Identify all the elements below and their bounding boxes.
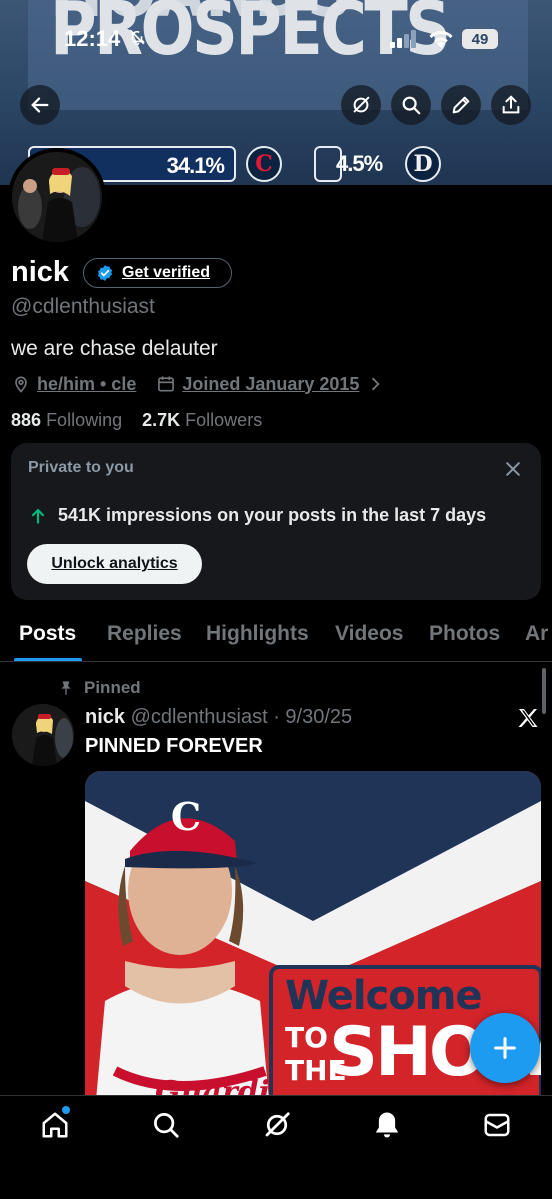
back-button[interactable] [20, 85, 60, 125]
private-card-title: Private to you [28, 459, 134, 476]
battery-icon: 49 [462, 29, 498, 49]
post-author-name[interactable]: nick [85, 706, 125, 728]
pinned-indicator: Pinned [58, 678, 141, 698]
active-tab-indicator [14, 658, 82, 661]
tab-posts[interactable]: Posts [19, 622, 76, 646]
post-text: PINNED FOREVER [85, 735, 263, 757]
nav-notifications[interactable] [372, 1110, 402, 1140]
home-icon [42, 1112, 68, 1138]
post-author-avatar[interactable] [12, 704, 74, 766]
follow-counts: 886 Following 2.7K Followers [11, 410, 262, 431]
scrollbar[interactable] [542, 668, 546, 714]
unlock-analytics-button[interactable]: Unlock analytics [27, 544, 202, 584]
impressions-text: 541K impressions on your posts in the la… [58, 505, 487, 525]
profile-avatar[interactable] [8, 148, 106, 246]
post-header: nick @cdlenthusiast · 9/30/25 [85, 706, 352, 729]
x-logo-icon [518, 709, 538, 727]
image-to-text: TO [285, 1021, 328, 1054]
close-icon[interactable] [503, 459, 523, 479]
profile-name: nick [11, 256, 70, 288]
post-meta: @cdlenthusiast · 9/30/25 [130, 706, 353, 728]
tab-photos[interactable]: Photos [429, 622, 500, 646]
status-time: 12:14 [64, 26, 121, 51]
profile-handle: @cdlenthusiast [11, 295, 155, 318]
nav-explore[interactable] [151, 1110, 181, 1140]
bell-icon [375, 1112, 399, 1138]
grok-icon [265, 1112, 290, 1137]
impressions-line: 541K impressions on your posts in the la… [28, 505, 486, 526]
nav-grok[interactable] [262, 1110, 292, 1140]
plus-icon [494, 1037, 516, 1059]
nav-messages[interactable] [482, 1110, 512, 1140]
calendar-icon [158, 376, 175, 392]
following-link[interactable]: 886 Following [11, 410, 122, 430]
wifi-icon [429, 31, 453, 48]
tab-articles[interactable]: Ar [525, 622, 548, 646]
tab-replies[interactable]: Replies [107, 622, 182, 646]
edit-button[interactable] [441, 85, 481, 125]
arrow-up-icon [31, 508, 45, 524]
bottom-navigation [0, 1095, 552, 1199]
private-analytics-card: Private to you 541K impressions on your … [11, 443, 541, 600]
guardians-logo-letter: C [255, 151, 273, 177]
pin-icon [61, 681, 71, 695]
signal-icon [390, 30, 416, 48]
profile-bio: we are chase delauter [11, 337, 218, 360]
tigers-logo-icon: D [405, 146, 441, 182]
bell-off-icon [128, 28, 146, 51]
location-pin-icon [15, 376, 27, 393]
followers-count: 2.7K [142, 410, 181, 430]
tab-videos[interactable]: Videos [335, 622, 403, 646]
share-icon [502, 95, 520, 114]
home-notification-dot [62, 1106, 70, 1114]
mail-icon [484, 1113, 510, 1137]
followers-label: Followers [185, 410, 263, 430]
following-label: Following [46, 410, 123, 430]
profile-joined[interactable]: Joined January 2015 [182, 374, 359, 395]
tigers-logo-letter: D [413, 151, 433, 177]
banner-stat-right-value: 4.5% [336, 151, 383, 176]
share-button[interactable] [491, 85, 531, 125]
grok-icon [353, 96, 370, 113]
profile-tabs: Posts Replies Highlights Videos Photos A… [0, 608, 552, 662]
tab-highlights[interactable]: Highlights [206, 622, 309, 646]
status-bar: 12:14 49 [0, 26, 552, 56]
verified-check-icon [97, 265, 113, 281]
arrow-left-icon [31, 97, 49, 113]
search-button[interactable] [391, 85, 431, 125]
pencil-icon [452, 96, 470, 114]
profile-meta: he/him • cle Joined January 2015 [11, 372, 385, 396]
followers-link[interactable]: 2.7K Followers [142, 410, 262, 430]
get-verified-button[interactable]: Get verified [83, 258, 232, 288]
get-verified-label: Get verified [122, 264, 211, 281]
guardians-logo-icon: C [246, 146, 282, 182]
profile-location[interactable]: he/him • cle [37, 374, 136, 395]
grok-button[interactable] [341, 85, 381, 125]
cap-logo: C [170, 793, 202, 839]
pinned-label: Pinned [84, 678, 141, 697]
banner-stat-left-value: 34.1% [166, 153, 225, 178]
battery-level: 49 [471, 30, 489, 48]
search-icon [154, 1113, 179, 1138]
following-count: 886 [11, 410, 42, 430]
search-icon [402, 96, 421, 115]
compose-button[interactable] [470, 1013, 540, 1083]
chevron-right-icon[interactable] [365, 374, 385, 394]
nav-home[interactable] [40, 1110, 70, 1140]
